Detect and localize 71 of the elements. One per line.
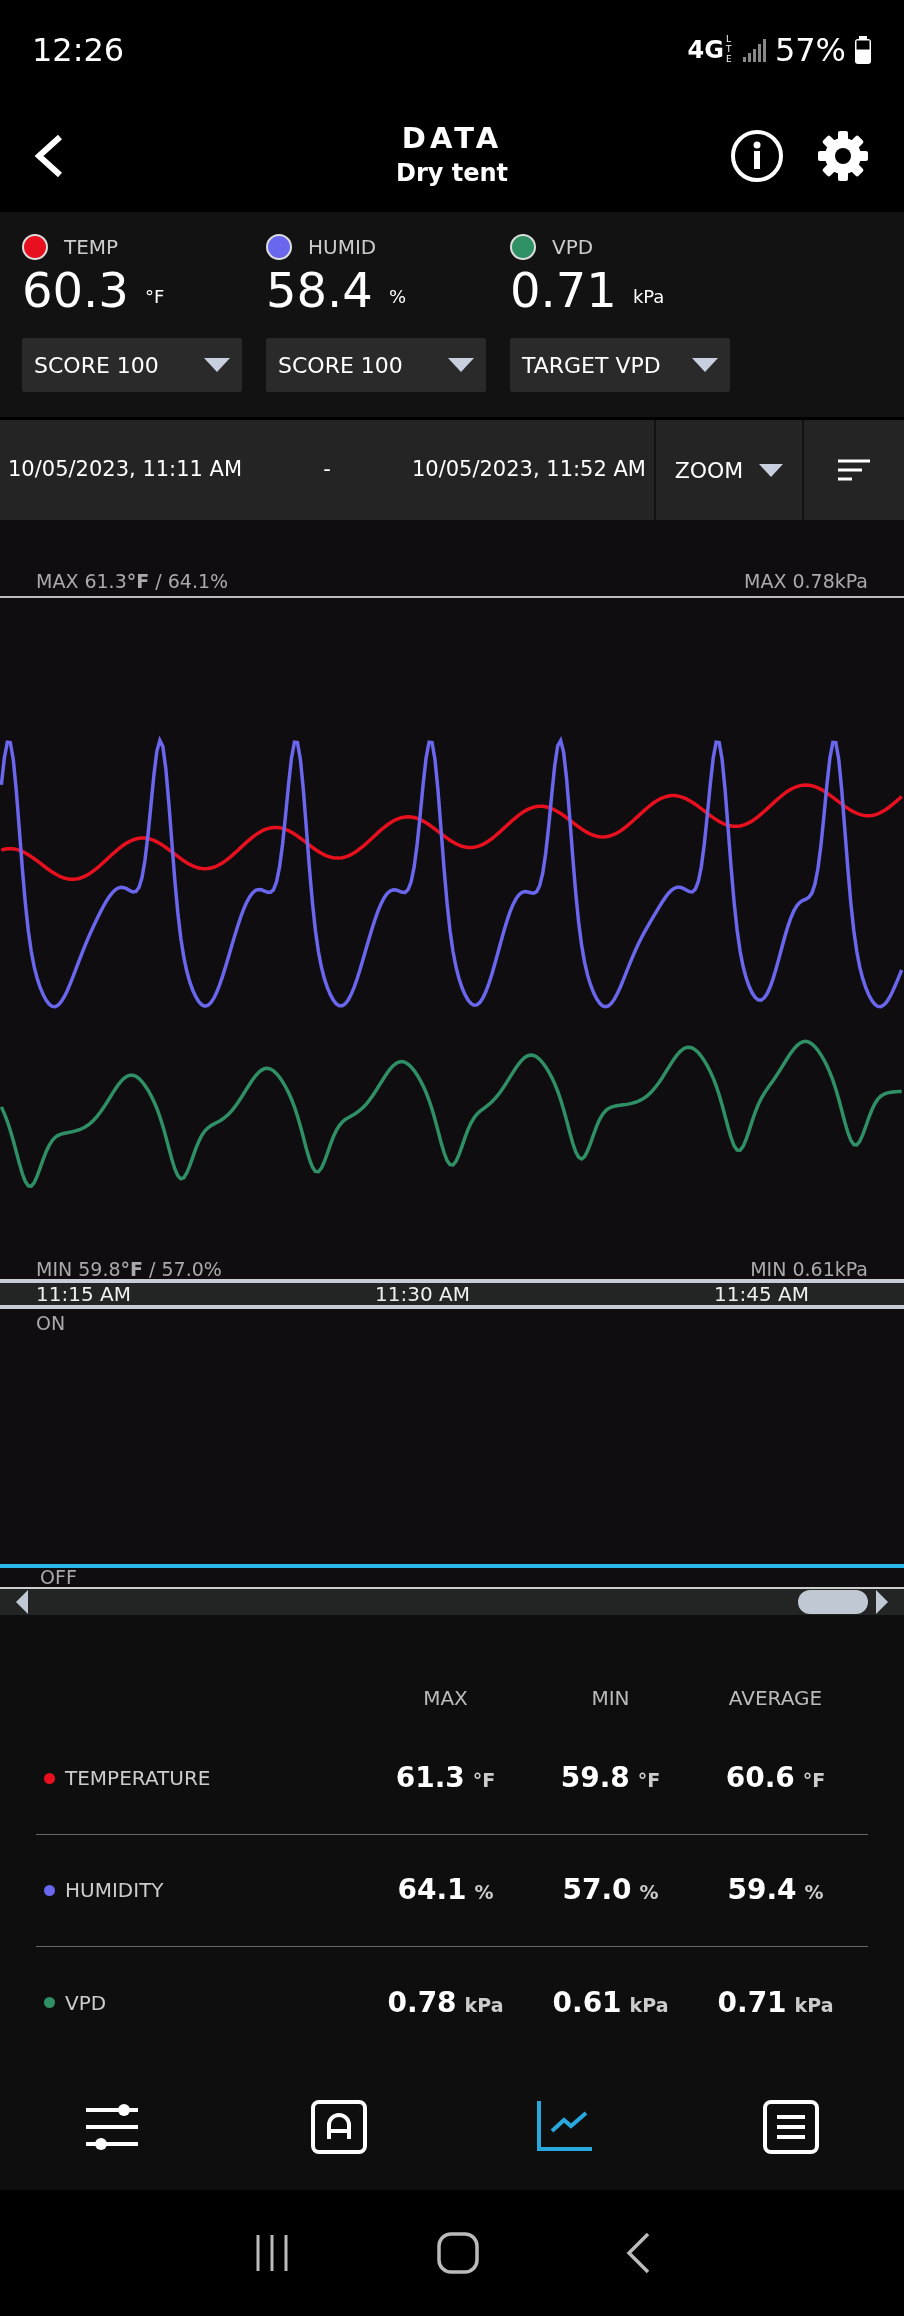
sensor-value: 0.71 [510,266,617,314]
column-header: MAX [422,1684,469,1712]
stat-unit: kPa [464,1992,504,2018]
caret-icon [204,358,230,372]
min-label: MIN 59.8°F / 57.0% [36,1259,222,1279]
scroll-right-icon[interactable] [876,1589,888,1614]
start-date[interactable]: 10/05/2023, 11:11 AM [8,454,243,486]
score-dropdown[interactable]: SCORE 100 [22,338,242,392]
zoom-dropdown[interactable]: ZOOM [654,420,804,520]
info-icon [730,129,784,183]
sensor-value: 60.3 [22,266,129,314]
end-date[interactable]: 10/05/2023, 11:52 AM [411,454,646,486]
caret-icon [759,463,784,477]
battery-icon [854,36,872,64]
scrollbar-thumb[interactable] [798,1589,868,1614]
time-tick: 11:45 AM [714,1280,809,1308]
sensor-value: 58.4 [266,266,373,314]
stat-value: 60.6 [725,1760,795,1796]
stat-unit: °F [637,1768,661,1793]
score-dropdown[interactable]: SCORE 100 [266,338,486,392]
time-tick: 11:30 AM [375,1280,470,1308]
sensor-unit: kPa [632,285,665,309]
scroll-left-icon[interactable] [16,1589,28,1614]
stat-unit: % [639,1880,659,1905]
stat-value: 0.61 [552,1984,622,2021]
stat-unit: °F [472,1768,496,1793]
sensor-unit: % [388,285,406,309]
column-header: AVERAGE [727,1684,824,1712]
letter-a-icon [310,2099,368,2155]
stat-unit: % [804,1880,824,1905]
stat-unit: kPa [794,1992,834,2018]
stat-value: 59.8 [560,1760,630,1796]
score-dropdown[interactable]: TARGET VPD [510,338,730,392]
row-label: TEMPERATURE [65,1765,211,1792]
min-label: MIN 0.61kPa [750,1259,868,1279]
network-label: 4G [687,35,724,66]
stat-unit: °F [802,1768,826,1793]
stat-value: 0.78 [387,1984,457,2021]
home-icon[interactable] [436,2230,480,2275]
column-header: MIN [590,1684,631,1712]
stat-value: 57.0 [562,1872,632,1908]
battery-percent: 57% [774,30,846,71]
stat-value: 0.71 [717,1984,787,2021]
sensor-label: TEMP [64,234,119,261]
sensor-label: VPD [552,234,594,261]
back-icon[interactable] [624,2230,652,2275]
on-label: ON [35,1310,67,1336]
list-icon [762,2099,820,2155]
signal-icon [742,38,767,62]
sensor-unit: °F [144,285,165,309]
max-label: MAX 61.3°F / 64.1% [36,569,229,594]
settings-icon [816,129,870,183]
device-name: Dry tent [395,158,509,190]
row-label: VPD [65,1989,107,2017]
stat-value: 59.4 [727,1872,797,1908]
clock: 12:26 [32,30,125,71]
max-label: MAX 0.78kPa [744,569,868,594]
screen-title: DATA [400,120,504,156]
caret-icon [692,358,718,372]
sensor-label: HUMID [308,234,377,261]
stat-unit: kPa [629,1992,669,2018]
sort-icon [838,459,870,482]
time-tick: 11:15 AM [36,1280,131,1308]
stat-value: 64.1 [397,1872,467,1908]
stat-unit: % [474,1880,494,1905]
line-chart-icon [536,2101,594,2153]
range-separator: - [323,456,331,484]
stat-value: 61.3 [395,1760,465,1796]
caret-icon [448,358,474,372]
network-sub-label: LTE [725,35,733,65]
row-label: HUMIDITY [65,1877,164,1904]
